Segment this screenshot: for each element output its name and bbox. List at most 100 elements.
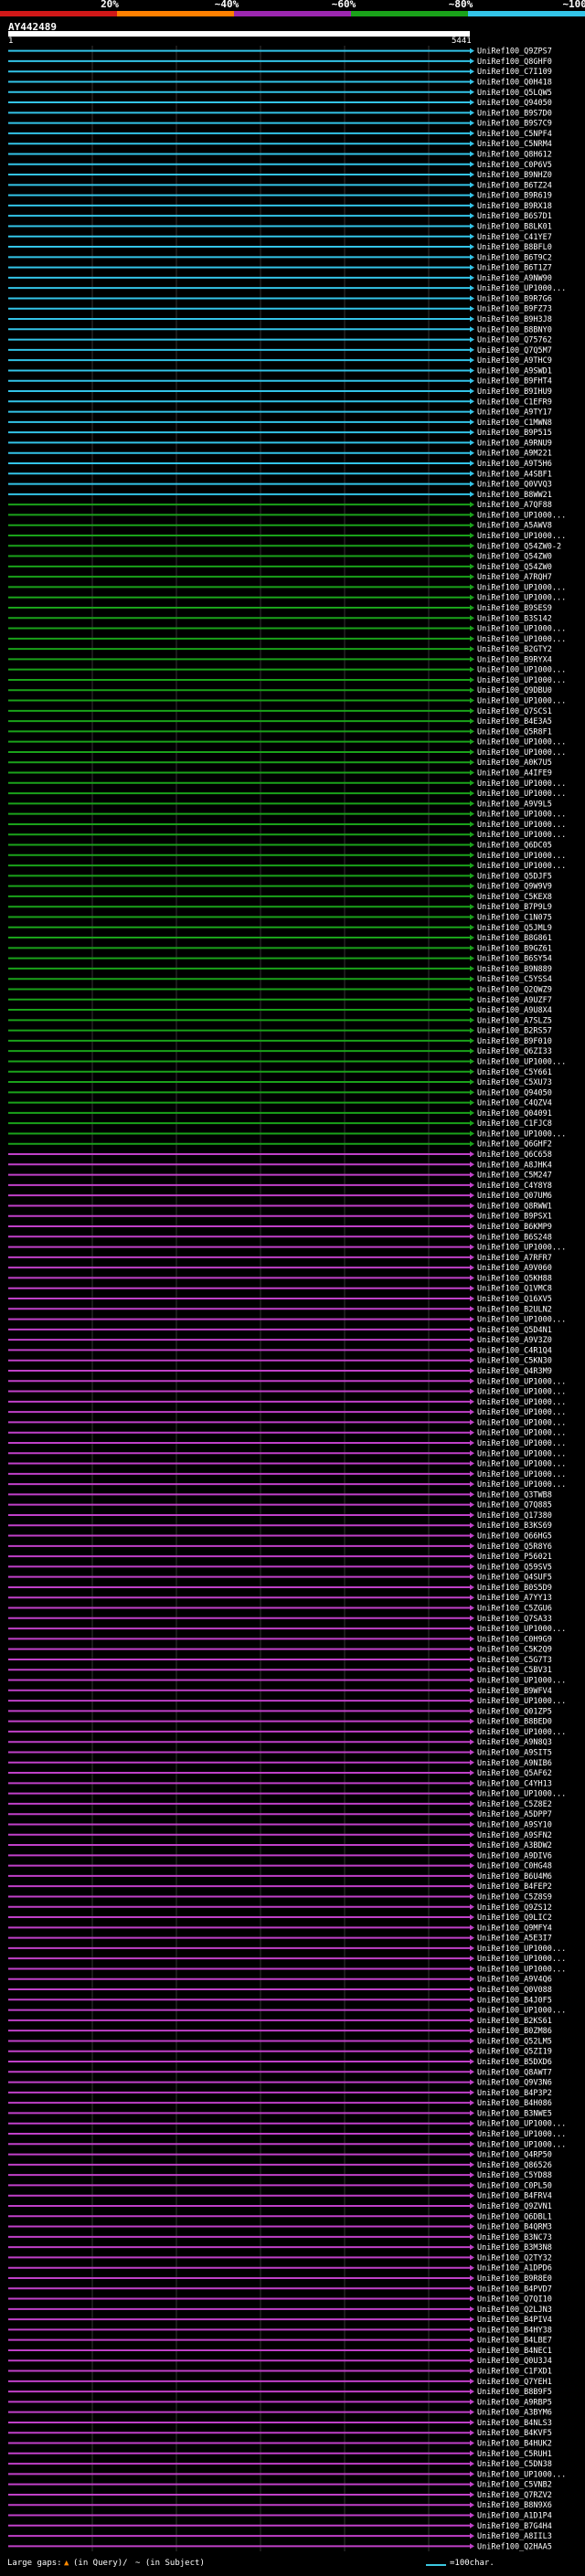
hit-label: UniRef100_Q7YEH1 — [477, 2378, 552, 2387]
hit-label: UniRef100_A7YY13 — [477, 1594, 552, 1603]
hit-label: UniRef100_A5E3I7 — [477, 1935, 552, 1944]
hit-label: UniRef100_C5M247 — [477, 1171, 552, 1181]
hit-label: UniRef100_A9V060 — [477, 1264, 552, 1273]
hit-label: UniRef100_Q2LJN3 — [477, 2306, 552, 2315]
hit-label: UniRef100_B9GZ61 — [477, 944, 552, 953]
hit-label: UniRef100_B9N889 — [477, 965, 552, 974]
hit-arrow — [470, 202, 474, 208]
hit-label: UniRef100_Q9DBU0 — [477, 686, 552, 695]
hit-arrow — [470, 2264, 474, 2271]
hit-label: UniRef100_B3S142 — [477, 614, 552, 623]
hit-label: UniRef100_UP1000... — [477, 821, 566, 830]
hit-label: UniRef100_B6KMP9 — [477, 1223, 552, 1232]
hit-arrow — [470, 512, 474, 518]
hit-label: UniRef100_Q4R3M9 — [477, 1367, 552, 1376]
hit-label: UniRef100_UP1000... — [477, 1470, 566, 1479]
hit-label: UniRef100_Q5KH88 — [477, 1274, 552, 1283]
hit-arrow — [470, 1357, 474, 1363]
hit-label: UniRef100_Q5ZI19 — [477, 2048, 552, 2057]
hit-arrow — [470, 1439, 474, 1446]
hit-arrow — [470, 2378, 474, 2384]
hit-label: UniRef100_B6TZ24 — [477, 181, 552, 190]
hit-arrow — [470, 1564, 474, 1570]
hit-arrow — [470, 1193, 474, 1199]
hit-label: UniRef100_UP1000... — [477, 1480, 566, 1489]
hit-label: UniRef100_C5G7T3 — [477, 1656, 552, 1665]
hit-label: UniRef100_B4J0F5 — [477, 1996, 552, 2005]
hit-label: UniRef100_A9V9L5 — [477, 800, 552, 809]
hit-label: UniRef100_C5DN38 — [477, 2460, 552, 2469]
hit-arrow — [470, 1656, 474, 1662]
hit-arrow — [470, 110, 474, 116]
hit-arrow — [470, 945, 474, 951]
hit-label: UniRef100_B9FHT4 — [477, 377, 552, 387]
hit-arrow — [470, 1398, 474, 1405]
hit-label: UniRef100_Q17380 — [477, 1511, 552, 1521]
hit-label: UniRef100_A9SFN2 — [477, 1831, 552, 1840]
hit-label: UniRef100_A3BYM6 — [477, 2409, 552, 2418]
hit-arrow — [470, 2059, 474, 2065]
hit-label: UniRef100_Q07UM6 — [477, 1192, 552, 1201]
hit-label: UniRef100_B2GTY2 — [477, 645, 552, 654]
hit-arrow — [470, 1316, 474, 1322]
hit-arrow — [470, 461, 474, 466]
hit-arrow — [470, 2069, 474, 2075]
hit-label: UniRef100_C41YE7 — [477, 233, 552, 242]
hit-label: UniRef100_UP1000... — [477, 779, 566, 789]
hit-label: UniRef100_A5DPP7 — [477, 1810, 552, 1819]
hit-arrow — [470, 2471, 474, 2477]
hit-label: UniRef100_B8B9F5 — [477, 2388, 552, 2397]
hit-arrow — [470, 584, 474, 590]
hit-arrow — [470, 2522, 474, 2528]
hit-arrow — [470, 1595, 474, 1601]
hit-arrow — [470, 1326, 474, 1332]
hit-label: UniRef100_B6SY54 — [477, 955, 552, 964]
hit-label: UniRef100_UP1000... — [477, 1316, 566, 1325]
hit-arrow — [470, 213, 474, 219]
hit-arrow — [470, 367, 474, 374]
hit-label: UniRef100_B3NC73 — [477, 2233, 552, 2242]
hit-arrow — [470, 1935, 474, 1941]
hit-arrow — [470, 1027, 474, 1034]
hit-arrow — [470, 1553, 474, 1560]
hit-label: UniRef100_A9UZF7 — [477, 996, 552, 1005]
hit-label: UniRef100_Q4RP50 — [477, 2151, 552, 2160]
hit-arrow — [470, 120, 474, 126]
hit-label: UniRef100_UP1000... — [477, 1398, 566, 1407]
hit-arrow — [470, 1966, 474, 1972]
hit-label: UniRef100_UP1000... — [477, 831, 566, 840]
hit-label: UniRef100_A0K7U5 — [477, 758, 552, 768]
hit-label: UniRef100_A1DPD6 — [477, 2264, 552, 2274]
hit-label: UniRef100_Q5DJF5 — [477, 872, 552, 881]
hit-arrow — [470, 1997, 474, 2003]
hit-label: UniRef100_B6T1Z7 — [477, 264, 552, 273]
hit-label: UniRef100_C0P6V5 — [477, 161, 552, 170]
hit-label: UniRef100_Q9ZPS7 — [477, 48, 552, 57]
hit-arrow — [470, 1574, 474, 1580]
hit-label: UniRef100_B4HUK2 — [477, 2440, 552, 2449]
hit-label: UniRef100_C5RUH1 — [477, 2450, 552, 2459]
hit-arrow — [470, 666, 474, 673]
hit-label: UniRef100_UP1000... — [477, 1429, 566, 1438]
hit-arrow — [470, 130, 474, 136]
hit-label: UniRef100_UP1000... — [477, 284, 566, 293]
hit-arrow — [470, 2337, 474, 2343]
hit-label: UniRef100_Q9ZVN1 — [477, 2202, 552, 2211]
hit-arrow — [470, 161, 474, 167]
hit-label: UniRef100_C5YD88 — [477, 2171, 552, 2180]
hit-arrow — [470, 326, 474, 333]
hit-arrow — [470, 2151, 474, 2157]
hit-label: UniRef100_C4YH13 — [477, 1779, 552, 1788]
hit-label: UniRef100_B6S248 — [477, 1233, 552, 1242]
hit-arrow — [470, 2244, 474, 2251]
hit-label: UniRef100_UP1000... — [477, 2130, 566, 2139]
hit-label: UniRef100_UP1000... — [477, 852, 566, 861]
hit-arrow — [470, 2161, 474, 2168]
hit-label: UniRef100_B9NHZ0 — [477, 171, 552, 180]
hit-arrow — [470, 563, 474, 569]
hit-arrow — [470, 1109, 474, 1116]
hit-label: UniRef100_Q59SV5 — [477, 1563, 552, 1572]
hit-label: UniRef100_C4R1Q4 — [477, 1346, 552, 1355]
hit-arrow — [470, 2038, 474, 2044]
hit-label: UniRef100_B9R619 — [477, 192, 552, 201]
